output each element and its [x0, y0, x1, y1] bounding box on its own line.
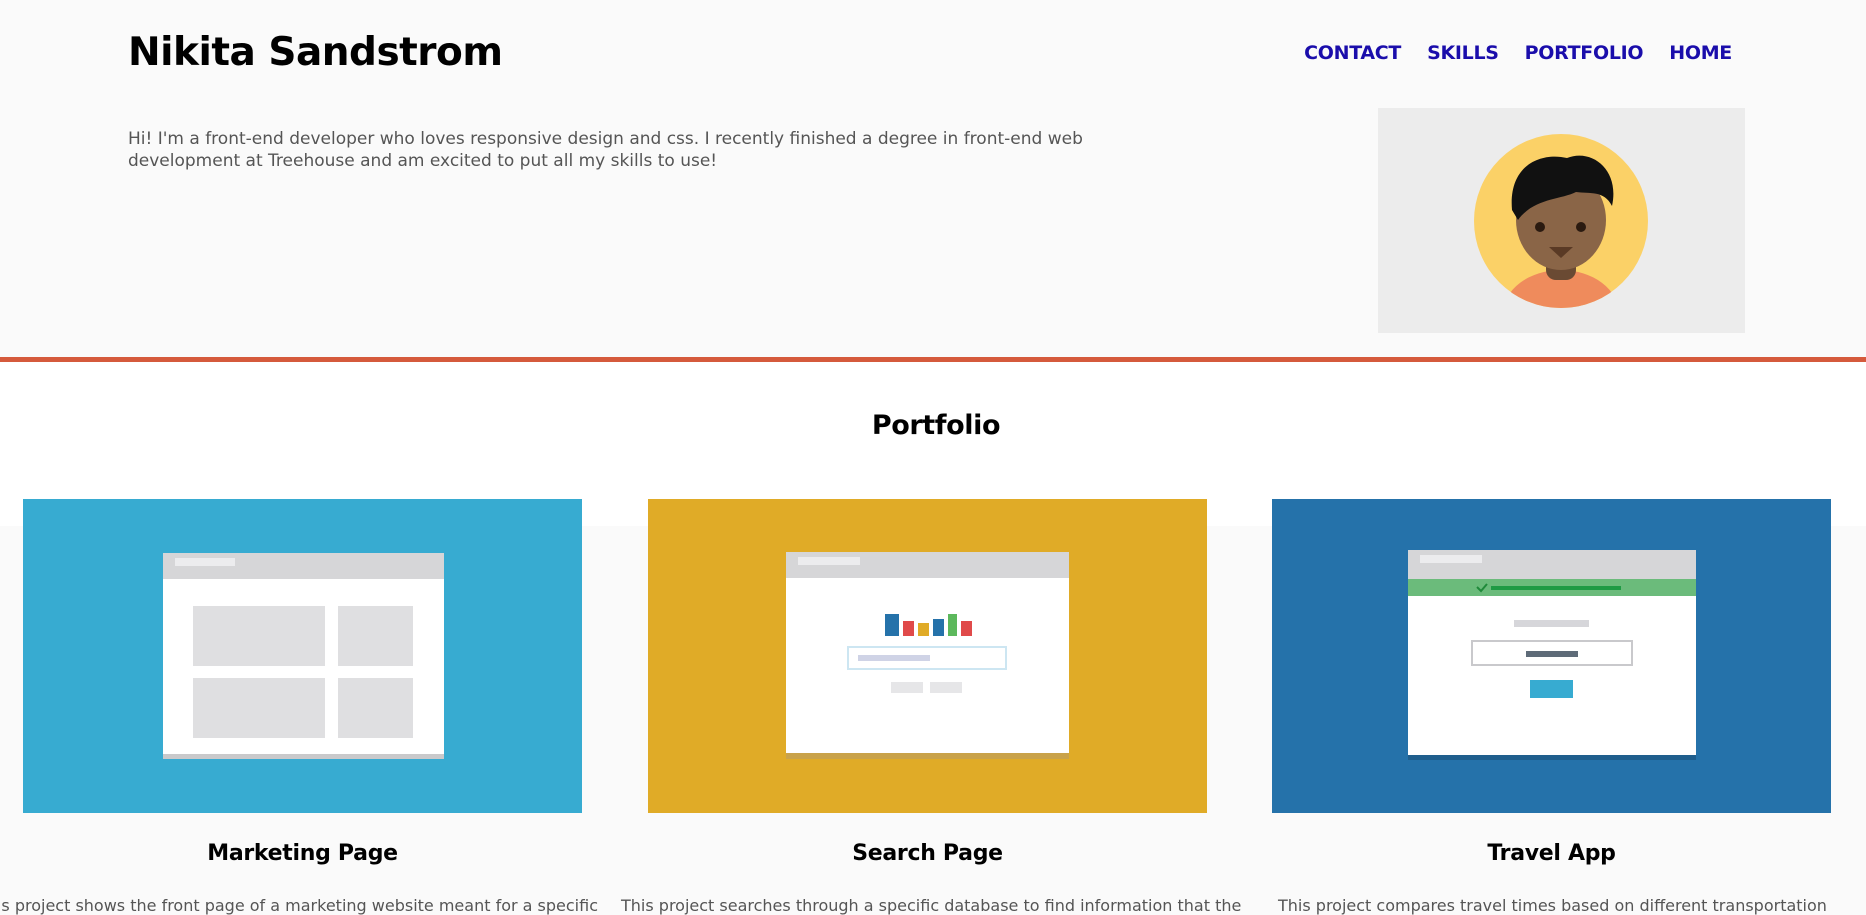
browser-layout-illustration-icon: [163, 553, 444, 759]
intro-text: Hi! I'm a front-end developer who loves …: [128, 129, 1083, 171]
project-card-travel: Travel App This project compares travel …: [1272, 499, 1831, 915]
nav-link-portfolio[interactable]: PORTFOLIO: [1525, 42, 1644, 64]
site-name: Nikita Sandstrom: [128, 30, 503, 75]
project-description: This project searches through a specific…: [621, 896, 1242, 915]
browser-form-illustration-icon: [1408, 550, 1696, 760]
avatar: [1378, 108, 1745, 333]
avatar-illustration-icon: [1474, 134, 1648, 308]
project-description: This project compares travel times based…: [1278, 896, 1827, 915]
project-card-search: Search Page This project searches throug…: [621, 499, 1241, 915]
site-header: Nikita Sandstrom CONTACT SKILLS PORTFOLI…: [0, 0, 1866, 358]
main-nav: CONTACT SKILLS PORTFOLIO HOME: [1304, 42, 1732, 64]
nav-link-skills[interactable]: SKILLS: [1427, 42, 1499, 64]
project-title: Travel App: [1487, 841, 1616, 866]
project-description: This project shows the front page of a m…: [0, 896, 598, 915]
portfolio-title: Portfolio: [871, 410, 1001, 441]
project-thumbnail[interactable]: [648, 499, 1207, 813]
project-title: Marketing Page: [207, 841, 398, 866]
project-card-marketing: Marketing Page This project shows the fr…: [0, 499, 598, 915]
project-thumbnail[interactable]: [23, 499, 582, 813]
project-thumbnail[interactable]: [1272, 499, 1831, 813]
browser-search-illustration-icon: [786, 552, 1069, 759]
nav-link-contact[interactable]: CONTACT: [1304, 42, 1401, 64]
project-title: Search Page: [852, 841, 1003, 866]
nav-link-home[interactable]: HOME: [1669, 42, 1732, 64]
